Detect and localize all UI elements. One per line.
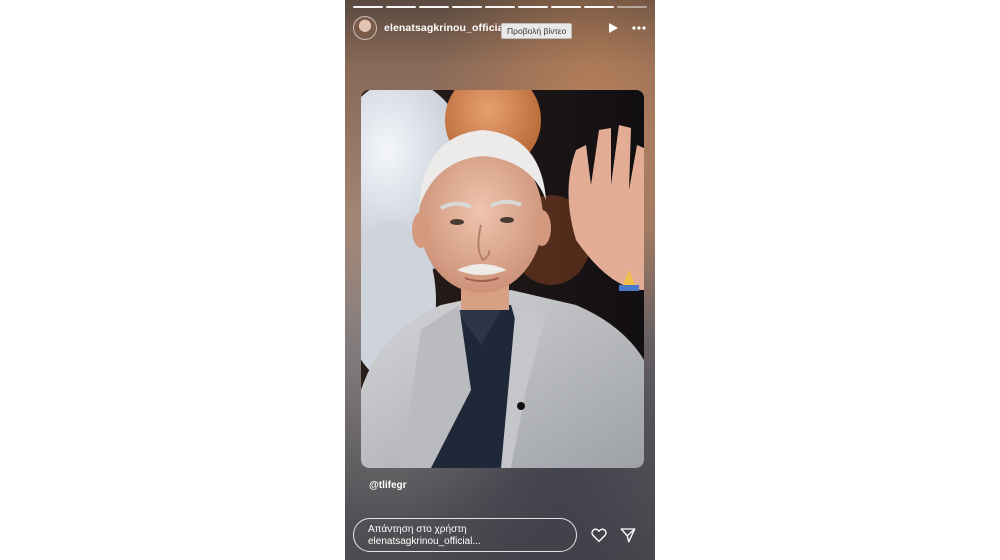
mention-tag[interactable]: @tlifegr	[369, 480, 407, 491]
story-photo	[361, 90, 644, 468]
progress-segment	[419, 6, 449, 8]
story-header: elenatsagkrinou_official Προβολή βίντεο	[353, 16, 647, 40]
progress-segment	[551, 6, 581, 8]
play-icon[interactable]	[607, 22, 619, 34]
send-icon[interactable]	[619, 526, 637, 544]
progress-segment	[584, 6, 614, 8]
username-link[interactable]: elenatsagkrinou_official	[384, 22, 507, 34]
reply-placeholder-line1: Απάντηση στο χρήστη	[368, 524, 467, 535]
progress-segment	[617, 6, 647, 8]
progress-segment	[485, 6, 515, 8]
reply-placeholder-line2: elenatsagkrinou_official...	[368, 536, 481, 547]
story-footer: Απάντηση στο χρήστη elenatsagkrinou_offi…	[353, 516, 647, 554]
story-progress-bar	[353, 6, 647, 8]
view-video-tooltip: Προβολή βίντεο	[501, 23, 573, 39]
story-viewer: elenatsagkrinou_official Προβολή βίντεο	[345, 0, 655, 560]
progress-segment	[452, 6, 482, 8]
avatar[interactable]	[353, 16, 377, 40]
story-image	[361, 90, 644, 468]
progress-segment	[353, 6, 383, 8]
reply-input[interactable]: Απάντηση στο χρήστη elenatsagkrinou_offi…	[353, 518, 577, 552]
heart-icon[interactable]	[590, 526, 608, 544]
more-options-icon[interactable]	[631, 22, 647, 34]
progress-segment	[518, 6, 548, 8]
header-actions	[607, 22, 647, 34]
progress-segment	[386, 6, 416, 8]
